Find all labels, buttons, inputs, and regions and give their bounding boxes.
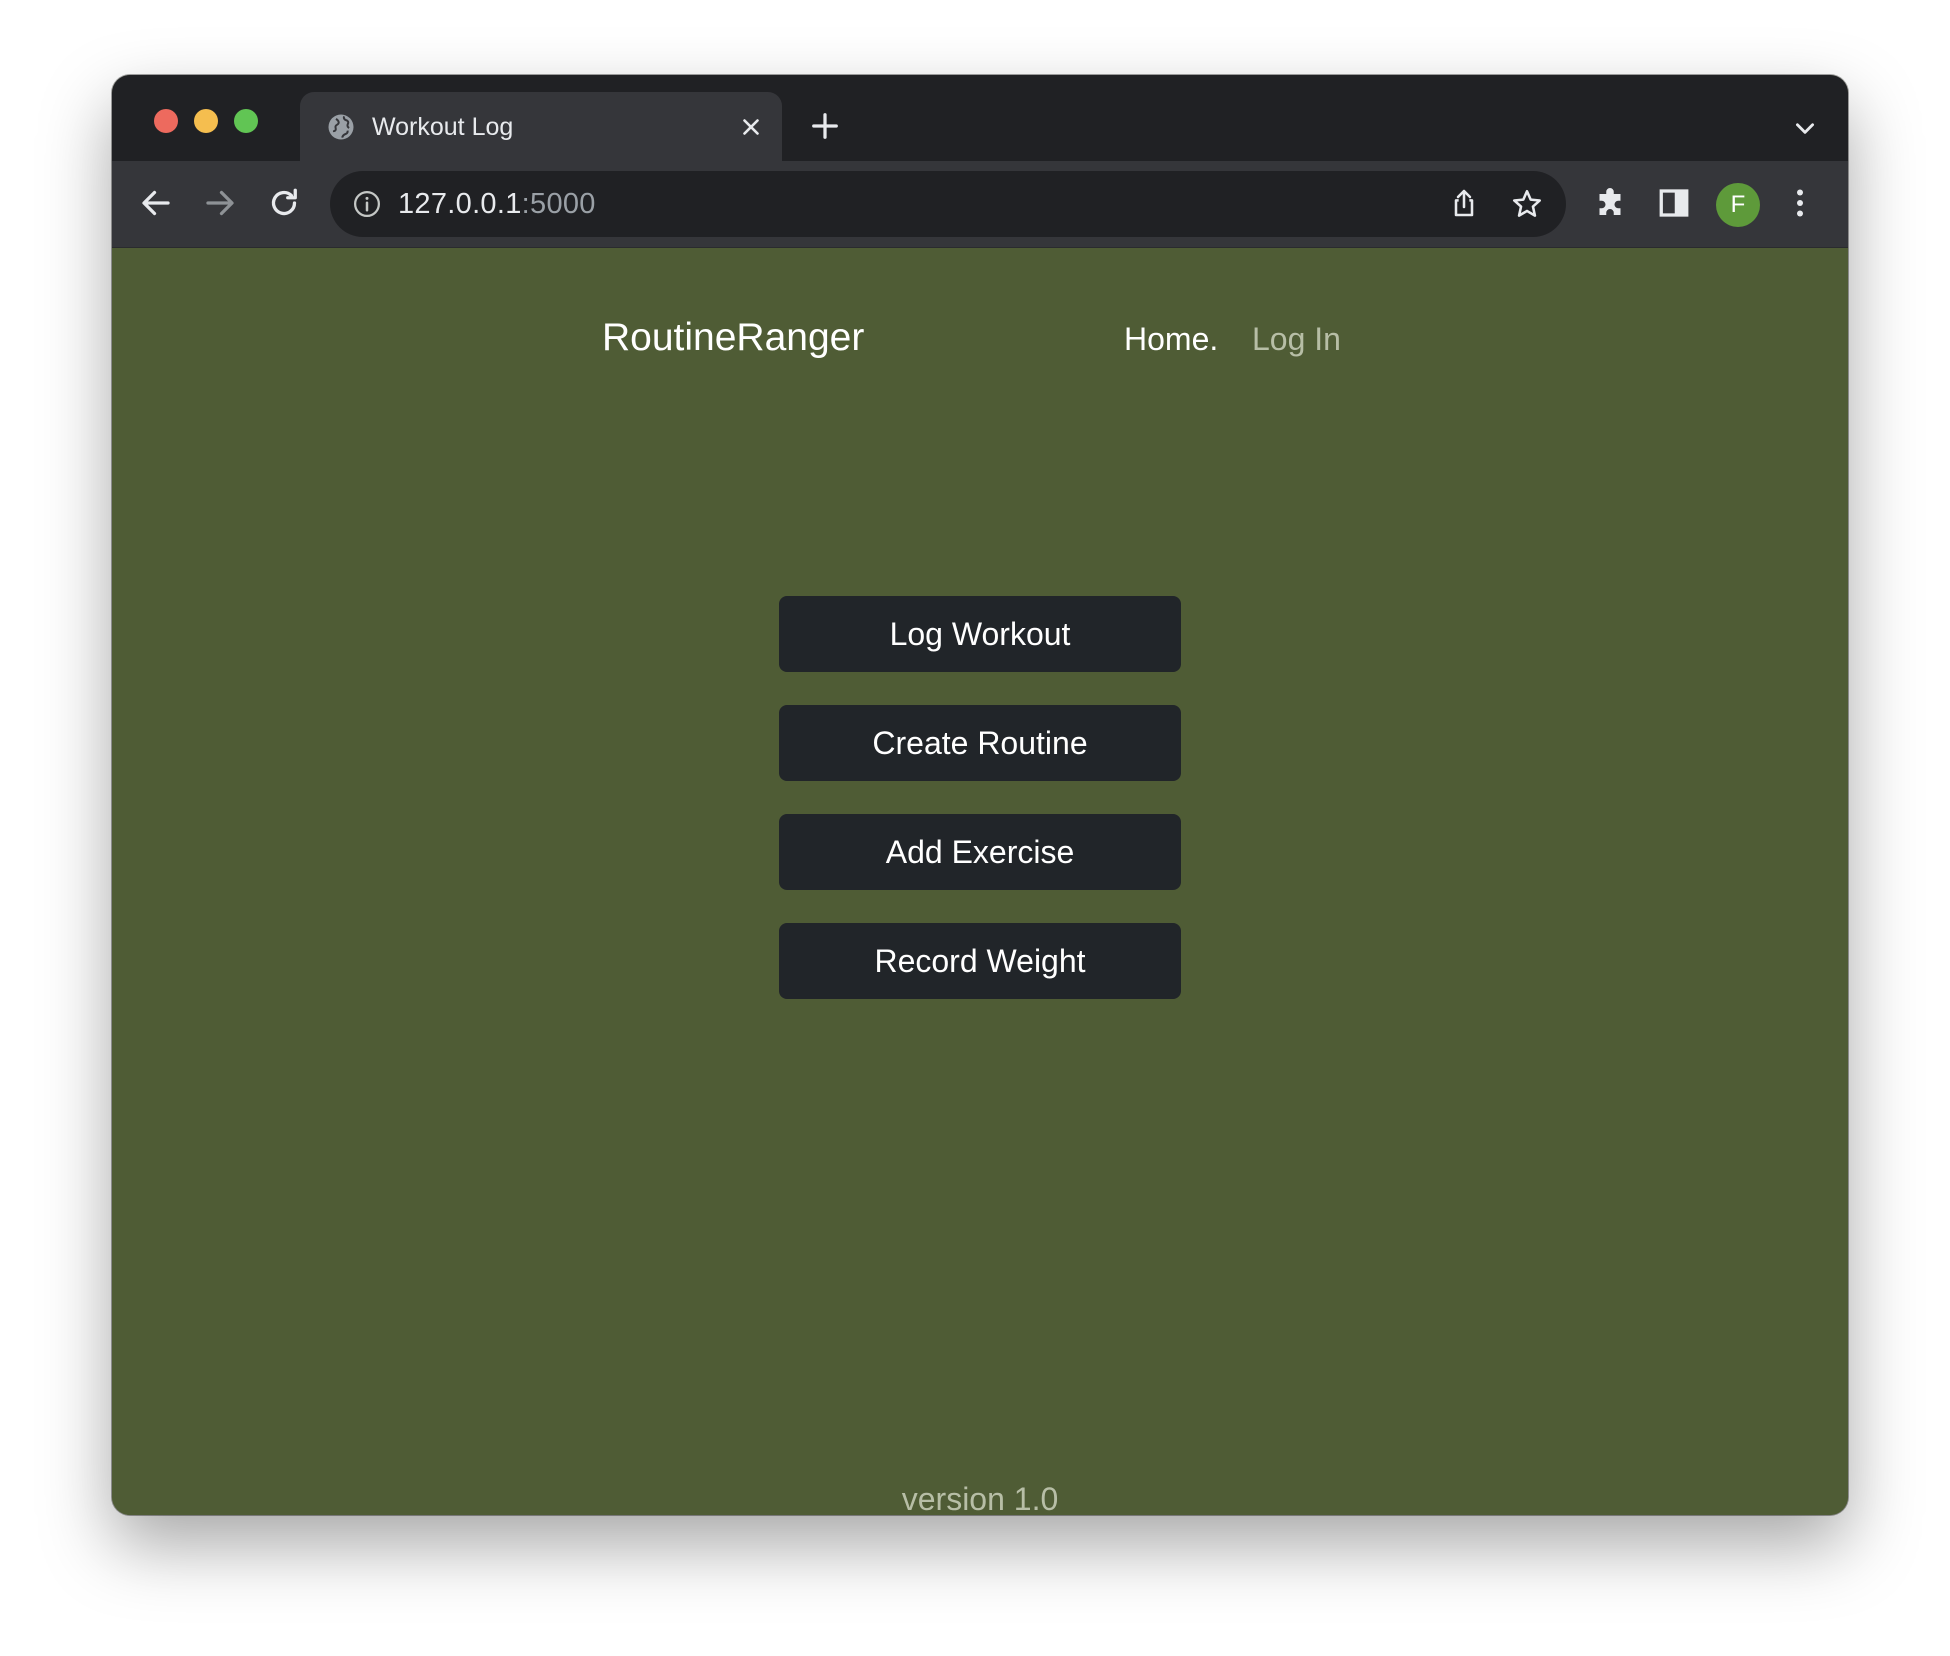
star-icon[interactable] (1510, 187, 1544, 221)
browser-window: Workout Log 127.0.0.1:5000 F RoutineRang… (112, 75, 1848, 1515)
action-menu: Log Workout Create Routine Add Exercise … (779, 596, 1181, 1032)
create-routine-button[interactable]: Create Routine (779, 705, 1181, 781)
plus-icon[interactable] (810, 111, 840, 141)
puzzle-icon[interactable] (1592, 185, 1628, 221)
tab-title: Workout Log (372, 113, 514, 141)
record-weight-button[interactable]: Record Weight (779, 923, 1181, 999)
arrow-left-icon[interactable] (138, 185, 174, 221)
globe-icon (328, 114, 354, 140)
profile-avatar[interactable]: F (1716, 183, 1760, 227)
url-text[interactable]: 127.0.0.1:5000 (398, 185, 596, 223)
minimize-window-button[interactable] (194, 109, 218, 133)
address-bar[interactable]: 127.0.0.1:5000 (330, 171, 1566, 237)
browser-toolbar: 127.0.0.1:5000 F (112, 161, 1848, 248)
nav-login-link[interactable]: Log In (1252, 318, 1341, 360)
close-window-button[interactable] (154, 109, 178, 133)
side-panel-icon[interactable] (1656, 185, 1692, 221)
add-exercise-button[interactable]: Add Exercise (779, 814, 1181, 890)
chevron-down-icon[interactable] (1792, 115, 1818, 141)
maximize-window-button[interactable] (234, 109, 258, 133)
url-port: :5000 (521, 188, 596, 220)
share-icon[interactable] (1448, 187, 1480, 219)
nav-home-link[interactable]: Home. (1124, 318, 1218, 360)
brand-logo[interactable]: RoutineRanger (602, 312, 864, 364)
url-host: 127.0.0.1 (398, 188, 522, 220)
reload-icon[interactable] (266, 185, 302, 221)
more-vertical-icon[interactable] (1782, 185, 1818, 221)
close-icon[interactable] (738, 114, 764, 140)
version-label: version 1.0 (901, 1481, 1059, 1515)
info-icon[interactable] (352, 189, 382, 219)
page-content: RoutineRanger Home. Log In Log Workout C… (112, 248, 1848, 1515)
tab-workout-log[interactable]: Workout Log (300, 92, 782, 162)
tab-strip: Workout Log (112, 75, 1848, 162)
arrow-right-icon[interactable] (202, 185, 238, 221)
log-workout-button[interactable]: Log Workout (779, 596, 1181, 672)
